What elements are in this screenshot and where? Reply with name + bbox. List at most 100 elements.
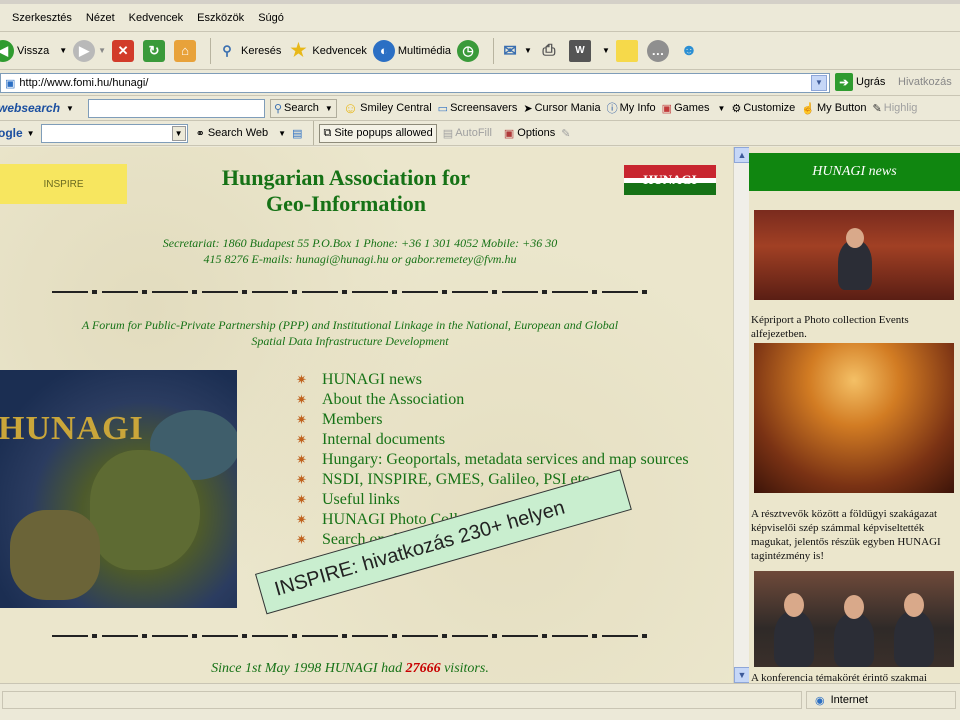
divider-segment bbox=[352, 291, 388, 293]
speaker-face bbox=[846, 228, 864, 248]
search-web-button[interactable]: ⚭ Search Web ▼ bbox=[196, 127, 286, 140]
divider-segment bbox=[202, 635, 238, 637]
divider-dot bbox=[342, 634, 347, 638]
address-field[interactable]: ▣ http://www.fomi.hu/hunagi/ ▼ bbox=[0, 73, 830, 93]
back-button[interactable]: ◀ Vissza ▼ bbox=[0, 39, 67, 62]
news-icon: ▤ bbox=[292, 127, 303, 140]
games-button[interactable]: ▣ Games ▼ bbox=[662, 102, 726, 115]
status-message-cell bbox=[2, 691, 802, 709]
my-button[interactable]: ☝ My Button bbox=[801, 102, 866, 115]
screensavers-button[interactable]: ▭ Screensavers bbox=[438, 102, 518, 115]
divider-dot bbox=[142, 634, 147, 638]
games-icon: ▣ bbox=[661, 102, 673, 115]
info-icon: ⓘ bbox=[606, 103, 618, 115]
edit-dropdown-icon[interactable]: ▼ bbox=[602, 46, 610, 55]
history-button[interactable]: ◷ bbox=[457, 39, 482, 62]
divider-dot bbox=[92, 634, 97, 638]
divider-segment bbox=[602, 635, 638, 637]
binoculars-icon: ⚭ bbox=[195, 127, 205, 140]
divider-dot bbox=[442, 290, 447, 294]
my-info-button[interactable]: ⓘ My Info bbox=[607, 100, 656, 116]
home-button[interactable]: ⌂ bbox=[174, 39, 199, 62]
nav-link-geoportals[interactable]: Hungary: Geoportals, metadata services a… bbox=[296, 450, 696, 470]
search-dropdown-icon[interactable]: ▼ bbox=[325, 104, 333, 113]
stop-icon: ✕ bbox=[112, 39, 135, 62]
news-button[interactable]: ▤ bbox=[292, 127, 302, 140]
cursor-mania-button[interactable]: ➤ Cursor Mania bbox=[523, 102, 600, 115]
photo-parliament-hall[interactable] bbox=[754, 343, 954, 493]
divider-segment bbox=[252, 635, 288, 637]
page-title: Hungarian Association for Geo-Informatio… bbox=[186, 165, 506, 217]
edit-button[interactable]: W ▼ bbox=[568, 39, 610, 62]
smiley-label: Smiley Central bbox=[360, 102, 432, 114]
scroll-down-button[interactable]: ▼ bbox=[734, 667, 750, 683]
websearch-input[interactable] bbox=[87, 98, 265, 118]
search-web-dropdown-icon[interactable]: ▼ bbox=[278, 129, 286, 138]
sticky-note-icon bbox=[615, 39, 638, 62]
address-dropdown-icon[interactable]: ▼ bbox=[811, 75, 827, 91]
links-label[interactable]: Hivatkozás bbox=[898, 76, 952, 88]
nav-link-nsdi[interactable]: NSDI, INSPIRE, GMES, Galileo, PSI etc. bbox=[296, 470, 696, 490]
highlighter-button[interactable]: ✎ bbox=[561, 127, 570, 140]
divider-segment bbox=[552, 635, 588, 637]
divider-dot bbox=[392, 290, 397, 294]
back-label: Vissza bbox=[17, 44, 50, 57]
refresh-button[interactable]: ↻ bbox=[143, 39, 168, 62]
divider-dot bbox=[492, 290, 497, 294]
menu-edit[interactable]: Szerkesztés bbox=[12, 12, 72, 24]
customize-button[interactable]: ⚙ Customize bbox=[731, 102, 795, 115]
google-dropdown-icon[interactable]: ▼ bbox=[27, 129, 35, 138]
menu-tools[interactable]: Eszközök bbox=[197, 12, 244, 24]
forum-description: A Forum for Public-Private Partnership (… bbox=[20, 317, 680, 349]
divider-dot bbox=[542, 290, 547, 294]
title-line-1: Hungarian Association for bbox=[221, 165, 471, 190]
websearch-dropdown-icon[interactable]: ▼ bbox=[66, 104, 74, 113]
printer-icon: ⎙ bbox=[542, 41, 556, 59]
highlight-button[interactable]: ✎ Highlig bbox=[873, 102, 918, 115]
messenger-button[interactable]: ☻ bbox=[678, 40, 703, 62]
nav-link-internal-docs[interactable]: Internal documents bbox=[296, 430, 696, 450]
forward-dropdown-icon[interactable]: ▼ bbox=[98, 46, 106, 55]
mail-button[interactable]: ✉ ▼ bbox=[499, 40, 532, 62]
nav-link-members[interactable]: Members bbox=[296, 410, 696, 430]
games-dropdown-icon[interactable]: ▼ bbox=[718, 104, 726, 113]
autofill-button[interactable]: ▤ AutoFill bbox=[443, 127, 492, 140]
news-sidebar-frame: HUNAGI news Képriport a Photo collection… bbox=[749, 147, 960, 683]
scroll-up-button[interactable]: ▲ bbox=[734, 147, 750, 163]
print-button[interactable]: ⎙ bbox=[538, 40, 563, 62]
photo-parliament-speaker[interactable] bbox=[754, 210, 954, 300]
cursor-label: Cursor Mania bbox=[534, 102, 601, 114]
multimedia-button[interactable]: ◐ Multimédia bbox=[372, 39, 452, 62]
go-button[interactable]: ➔ Ugrás bbox=[835, 73, 885, 91]
stop-button[interactable]: ✕ bbox=[112, 39, 137, 62]
google-input-dropdown-icon[interactable]: ▼ bbox=[171, 125, 186, 141]
smiley-central-button[interactable]: ☺ Smiley Central bbox=[343, 100, 432, 117]
back-dropdown-icon[interactable]: ▼ bbox=[59, 46, 67, 55]
menu-favorites[interactable]: Kedvencek bbox=[129, 12, 183, 24]
google-search-input[interactable]: ▼ bbox=[40, 123, 188, 143]
divider-dot bbox=[92, 290, 97, 294]
divider-dot bbox=[492, 634, 497, 638]
inspire-banner-link[interactable]: INSPIRE bbox=[0, 164, 127, 204]
go-label: Ugrás bbox=[856, 76, 886, 88]
photo-conference-participants[interactable] bbox=[754, 571, 954, 667]
search-button[interactable]: ⚲ Keresés bbox=[216, 40, 281, 62]
discuss-button[interactable]: … bbox=[646, 39, 672, 62]
favorites-button[interactable]: ★ Kedvencek bbox=[287, 40, 367, 62]
divider-segment bbox=[502, 291, 538, 293]
divider-dot bbox=[342, 290, 347, 294]
websearch-search-button[interactable]: ⚲ Search ▼ bbox=[269, 98, 337, 118]
mail-dropdown-icon[interactable]: ▼ bbox=[524, 46, 532, 55]
popup-blocker-button[interactable]: ⧉ Site popups allowed bbox=[319, 123, 437, 143]
nav-link-news[interactable]: HUNAGI news bbox=[296, 370, 696, 390]
multimedia-label: Multimédia bbox=[397, 44, 452, 57]
web-page-content: INSPIRE Hungarian Association for Geo-In… bbox=[0, 147, 733, 683]
options-button[interactable]: ▣ Options bbox=[504, 127, 555, 140]
nav-link-about[interactable]: About the Association bbox=[296, 390, 696, 410]
notes-button[interactable] bbox=[615, 39, 641, 62]
forward-button[interactable]: ▶ ▼ bbox=[73, 39, 106, 62]
google-brand: ogle bbox=[0, 126, 23, 140]
menu-view[interactable]: Nézet bbox=[86, 12, 115, 24]
page-scrollbar[interactable]: ▲ ▼ bbox=[733, 147, 750, 683]
menu-help[interactable]: Súgó bbox=[258, 12, 284, 24]
